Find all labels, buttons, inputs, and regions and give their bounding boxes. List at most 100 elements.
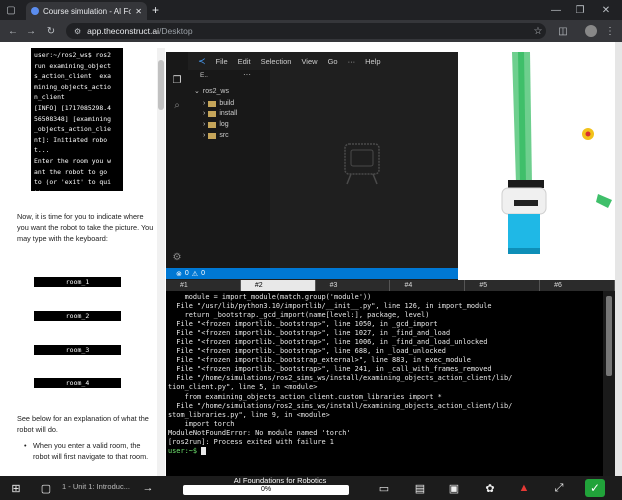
- tree-folder-log[interactable]: › log: [203, 119, 229, 130]
- workspace-top-strip: [166, 42, 615, 52]
- warning-icon: ⚠: [191, 270, 199, 278]
- menu-help[interactable]: Help: [365, 57, 380, 66]
- menu-view[interactable]: View: [301, 57, 317, 66]
- alert-icon[interactable]: ▲: [516, 480, 532, 496]
- url-host: app.theconstruct.ai: [87, 26, 159, 36]
- browser-menu-icon[interactable]: ⋮: [604, 24, 616, 38]
- back-icon[interactable]: ←: [6, 24, 20, 38]
- lesson-scrollbar[interactable]: [157, 48, 165, 476]
- folder-icon: [208, 100, 217, 107]
- lesson-bullet-item: When you enter a valid room, the robot w…: [24, 440, 155, 462]
- lesson-intro-text: Now, it is time for you to indicate wher…: [17, 212, 154, 243]
- editor-menu-bar: ≺ File Edit Selection View Go ··· Help: [188, 52, 458, 70]
- terminal-output[interactable]: module = import_module(match.group('modu…: [166, 291, 615, 476]
- terminal-line: File "/home/simulations/ros2_sims_ws/ins…: [168, 401, 513, 410]
- notebook-toggle-icon[interactable]: ▢: [38, 480, 54, 496]
- menu-edit[interactable]: Edit: [238, 57, 251, 66]
- room-code-2: room_2: [34, 311, 121, 321]
- terminal-line: [ros2run]: Process exited with failure 1: [168, 437, 334, 446]
- simulation-scene: [458, 52, 615, 280]
- chevron-down-icon: ⌄: [194, 88, 200, 95]
- profile-avatar[interactable]: [585, 25, 597, 37]
- site-info-icon[interactable]: ⚙: [74, 27, 81, 36]
- course-progress-text: 0%: [260, 486, 272, 493]
- tree-folder-label: log: [219, 121, 229, 128]
- terminal-tab-5[interactable]: #5: [465, 280, 541, 291]
- terminal-tab-4[interactable]: #4: [390, 280, 466, 291]
- chevron-right-icon: ›: [203, 132, 206, 139]
- check-icon: ✓: [589, 481, 601, 495]
- robot-watermark-icon: [344, 143, 380, 185]
- page-right-edge: [615, 42, 622, 476]
- terminal-line: stom_libraries.py", line 9, in <module>: [168, 410, 330, 419]
- new-tab-button[interactable]: +: [152, 3, 159, 17]
- terminal-line: File "<frozen importlib._bootstrap>", li…: [168, 365, 492, 374]
- lesson-explanation-text: See below for an explanation of what the…: [17, 414, 149, 434]
- terminal-line: ModuleNotFoundError: No module named 'to…: [168, 428, 351, 437]
- terminal-tab-bar: #1 #2 #3 #4 #5 #6: [166, 280, 615, 291]
- explorer-icon[interactable]: ❐: [170, 73, 184, 87]
- menu-selection[interactable]: Selection: [261, 57, 292, 66]
- room-code-4: room_4: [34, 378, 121, 388]
- terminal-line: File "<frozen importlib._bootstrap>", li…: [168, 338, 488, 347]
- terminal-cursor: [201, 446, 207, 455]
- warning-count[interactable]: 0: [201, 270, 205, 277]
- terminal-line: return _bootstrap._gcd_import(name[level…: [168, 311, 430, 320]
- tree-root-folder[interactable]: ⌄ ros2_ws: [194, 86, 229, 97]
- lesson-terminal-snippet: user:~/ros2_ws$ ros2 run examining_objec…: [31, 48, 123, 191]
- tab-title: Course simulation - AI Foun: [43, 6, 132, 16]
- terminal-tab-6[interactable]: #6: [540, 280, 615, 291]
- windows-logo-icon[interactable]: ⊞: [8, 480, 24, 496]
- tree-folder-install[interactable]: › install: [203, 108, 237, 119]
- terminal-line: import torch: [168, 419, 235, 428]
- extensions-icon[interactable]: ◫: [556, 24, 570, 38]
- close-window-icon[interactable]: ✕: [599, 3, 613, 17]
- tree-folder-label: install: [219, 110, 238, 117]
- lesson-scrollbar-thumb[interactable]: [158, 60, 164, 110]
- terminal-line: tion_client.py", line 5, in <module>: [168, 383, 318, 392]
- simulation-viewport[interactable]: [458, 52, 615, 280]
- room-code-3: room_3: [34, 345, 121, 355]
- menu-more-icon[interactable]: ···: [348, 57, 356, 66]
- terminal-tab-2[interactable]: #2: [240, 280, 316, 291]
- error-icon: ⊗: [176, 270, 182, 278]
- reload-icon[interactable]: ↻: [44, 24, 58, 38]
- folder-icon: [208, 121, 217, 128]
- address-bar[interactable]: ⚙ app.theconstruct.ai/Desktop: [66, 23, 546, 39]
- bookmark-star-icon[interactable]: ☆: [532, 24, 544, 38]
- terminal-prompt: user:~$: [168, 446, 202, 455]
- maximize-icon[interactable]: ❐: [573, 3, 587, 17]
- explorer-more-icon[interactable]: ···: [243, 70, 251, 79]
- minimize-icon[interactable]: —: [549, 3, 563, 17]
- close-tab-icon[interactable]: ✕: [135, 7, 142, 16]
- next-unit-icon[interactable]: →: [140, 480, 156, 496]
- site-favicon-icon: [31, 7, 39, 15]
- complete-check-button[interactable]: ✓: [585, 479, 605, 497]
- terminal-line: File "<frozen importlib._bootstrap>", li…: [168, 347, 446, 356]
- url-path: /Desktop: [159, 26, 193, 36]
- book-icon[interactable]: ▤: [412, 480, 428, 496]
- terminal-line: File "<frozen importlib._bootstrap>", li…: [168, 329, 451, 338]
- monitor-icon[interactable]: ▭: [376, 480, 392, 496]
- fullscreen-icon[interactable]: ⤢: [551, 480, 567, 496]
- terminal-line: File "<frozen importlib._bootstrap>", li…: [168, 320, 438, 329]
- forward-icon[interactable]: →: [24, 24, 38, 38]
- unit-label[interactable]: 1 - Unit 1: Introduc...: [62, 482, 130, 491]
- terminal-tab-1[interactable]: #1: [166, 280, 241, 291]
- chat-icon[interactable]: ▣: [446, 480, 462, 496]
- browser-tab[interactable]: Course simulation - AI Foun ✕: [26, 2, 147, 20]
- tab-search-icon[interactable]: ▢: [4, 3, 18, 17]
- terminal-scrollbar-thumb[interactable]: [606, 296, 612, 376]
- error-count[interactable]: 0: [185, 270, 189, 277]
- vscode-logo-icon: ≺: [198, 55, 206, 66]
- search-icon[interactable]: ⌕: [170, 98, 184, 112]
- settings-gear-icon[interactable]: ⚙: [170, 250, 184, 264]
- menu-file[interactable]: File: [216, 57, 228, 66]
- tree-folder-src[interactable]: › src: [203, 130, 229, 141]
- chevron-right-icon: ›: [203, 110, 206, 117]
- menu-go[interactable]: Go: [328, 57, 338, 66]
- terminal-tab-3[interactable]: #3: [316, 280, 391, 291]
- room-code-1: room_1: [34, 277, 121, 287]
- openai-icon[interactable]: ✿: [482, 480, 498, 496]
- terminal-line: File "/usr/lib/python3.10/importlib/__in…: [168, 302, 492, 311]
